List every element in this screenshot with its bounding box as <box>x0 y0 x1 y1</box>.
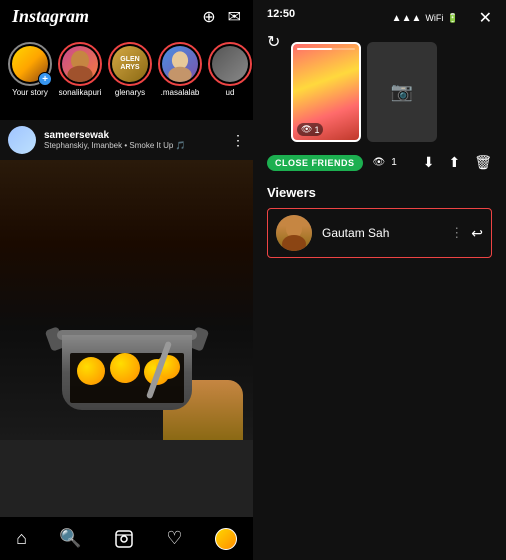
story-label-user4: ud <box>226 88 235 97</box>
viewer-more-icon[interactable]: ⋮ <box>450 225 463 241</box>
viewers-title: Viewers <box>267 185 492 200</box>
glenarys-text: GLENARYS <box>120 56 139 73</box>
story-avatar-user4 <box>212 46 248 82</box>
nav-profile-icon[interactable] <box>215 528 237 550</box>
cf-eye-icon: 👁 <box>373 157 386 168</box>
feed-post: sameersewak Stephanskiy, Imanbek • Smoke… <box>0 120 253 516</box>
story-ring-sonalikapuri <box>58 42 102 86</box>
wifi-icon: WiFi <box>425 13 443 23</box>
close-friends-row: CLOSE FRIENDS 👁 1 ⬇ ⬆ 🗑 <box>253 148 506 177</box>
reels-svg <box>114 529 134 549</box>
reply-icon[interactable]: ↩ <box>471 225 483 242</box>
add-post-icon[interactable]: ⊕ <box>202 7 215 27</box>
post-subtitle: Stephanskiy, Imanbek • Smoke It Up 🎵 <box>44 141 223 150</box>
instagram-logo: Instagram <box>12 6 89 27</box>
header-icons: ⊕ ✉ <box>202 7 241 27</box>
story-avatar-masalalab <box>162 46 198 82</box>
story-label-masalalab: .masalalab <box>161 88 200 97</box>
egg-yolk-1 <box>77 357 105 385</box>
nav-likes-icon[interactable]: ♡ <box>166 528 182 549</box>
left-panel: sameersewak Stephanskiy, Imanbek • Smoke… <box>0 0 253 560</box>
close-friends-count: 1 <box>391 157 397 168</box>
battery-icon: 🔋 <box>447 13 458 24</box>
story-progress-bar <box>297 48 355 50</box>
story-label-sonalikapuri: sonalikapuri <box>59 88 102 97</box>
close-friends-badge: CLOSE FRIENDS <box>267 155 363 171</box>
right-time: 12:50 <box>267 8 295 20</box>
story-ring-user4 <box>208 42 252 86</box>
download-icon[interactable]: ⬇ <box>423 154 435 171</box>
post-avatar <box>8 126 36 154</box>
share-icon[interactable]: ⬆ <box>448 154 460 171</box>
viewer-avatar <box>276 215 312 251</box>
viewer-face-svg <box>276 215 312 251</box>
right-status-icons: ▲▲▲ WiFi 🔋 <box>392 13 459 24</box>
story-progress-fill <box>297 48 332 50</box>
story-avatar-glenarys: GLENARYS <box>112 46 148 82</box>
nav-reels-icon[interactable] <box>114 529 134 549</box>
nav-home-icon[interactable]: ⌂ <box>16 528 27 549</box>
post-image <box>0 160 253 440</box>
left-header: Instagram ⊕ ✉ <box>0 0 253 33</box>
story-label-glenarys: glenarys <box>115 88 145 97</box>
story-item-glenarys[interactable]: GLENARYS glenarys <box>108 42 152 97</box>
face-svg <box>62 46 98 82</box>
viewer-count-text: 1 <box>314 125 319 135</box>
post-more-icon[interactable]: ⋮ <box>231 132 245 149</box>
cooking-pot <box>62 320 192 410</box>
right-header: 12:50 ▲▲▲ WiFi 🔋 ✕ <box>253 0 506 36</box>
story-item-your-story[interactable]: + Your story <box>8 42 52 97</box>
delete-icon[interactable]: 🗑 <box>474 154 492 171</box>
add-story-button[interactable]: + <box>38 72 52 86</box>
viewer-actions: ⋮ ↩ <box>450 225 483 242</box>
close-friends-label: CLOSE FRIENDS <box>275 158 355 168</box>
right-panel: 12:50 ▲▲▲ WiFi 🔋 ✕ ↻ 👁 1 📷 <box>253 0 506 560</box>
story-item-masalalab[interactable]: .masalalab <box>158 42 202 97</box>
post-username: sameersewak <box>44 130 223 141</box>
story-viewer-count: 👁 1 <box>297 123 323 136</box>
eye-icon-small: 👁 <box>301 124 312 135</box>
story-thumb-secondary: 📷 <box>367 42 437 142</box>
camera-icon: 📷 <box>391 82 413 103</box>
story-item-user4[interactable]: ud <box>208 42 252 97</box>
post-header: sameersewak Stephanskiy, Imanbek • Smoke… <box>0 120 253 160</box>
story-ring-masalalab <box>158 42 202 86</box>
messages-icon[interactable]: ✉ <box>228 7 241 27</box>
signal-icon: ▲▲▲ <box>392 13 422 24</box>
egg-yolk-2 <box>110 353 140 383</box>
cooking-scene <box>0 160 253 440</box>
viewer-face <box>276 215 312 251</box>
viewer-row: Gautam Sah ⋮ ↩ <box>267 208 492 258</box>
masala-face-svg <box>162 46 198 82</box>
viewer-name: Gautam Sah <box>322 226 440 240</box>
story-item-sonalikapuri[interactable]: sonalikapuri <box>58 42 102 97</box>
pot-body <box>62 335 192 410</box>
refresh-icon[interactable]: ↻ <box>267 32 280 52</box>
story-camera-thumb[interactable]: 📷 <box>367 42 437 142</box>
post-user-info: sameersewak Stephanskiy, Imanbek • Smoke… <box>44 130 223 150</box>
nav-search-icon[interactable]: 🔍 <box>59 528 81 549</box>
bottom-nav: ⌂ 🔍 ♡ <box>0 516 253 560</box>
story-ring-glenarys: GLENARYS <box>108 42 152 86</box>
viewers-section: Viewers Gautam Sah ⋮ ↩ <box>253 177 506 262</box>
story-preview-area: ↻ 👁 1 📷 <box>253 36 506 148</box>
your-story-ring: + <box>8 42 52 86</box>
story-thumb-container: 👁 1 <box>291 42 361 142</box>
story-thumb-active[interactable]: 👁 1 <box>291 42 361 142</box>
story-avatar-sonalikapuri <box>62 46 98 82</box>
close-button[interactable]: ✕ <box>479 8 492 28</box>
your-story-label: Your story <box>12 88 48 97</box>
action-icons-row: ⬇ ⬆ 🗑 <box>423 154 492 171</box>
